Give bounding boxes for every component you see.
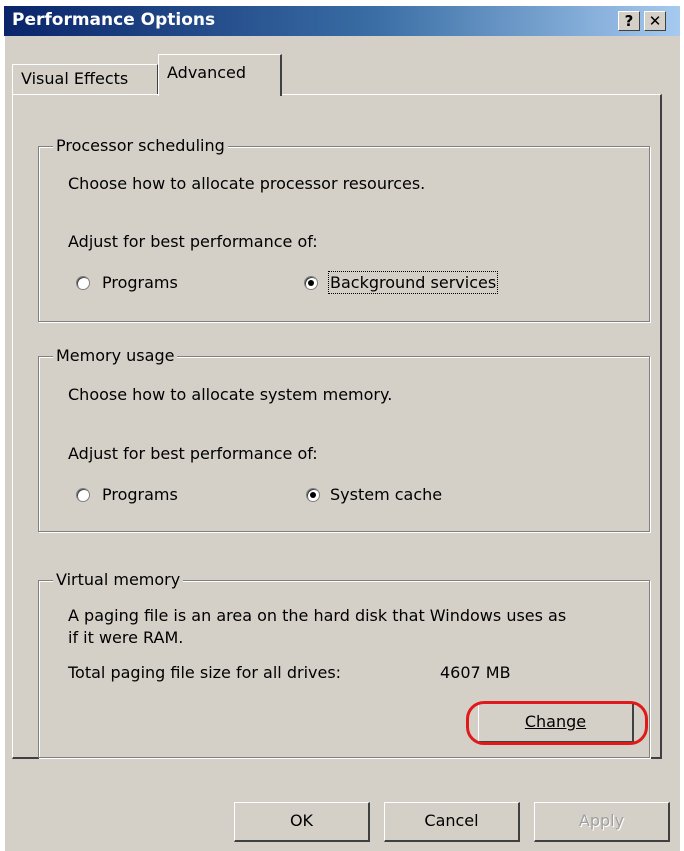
title-bar[interactable]: Performance Options ? ✕ <box>4 6 680 36</box>
apply-button[interactable]: Apply <box>534 802 670 842</box>
radio-button[interactable] <box>76 276 90 290</box>
radio-button-selected[interactable] <box>306 488 320 502</box>
processor-programs-label: Programs <box>102 273 178 292</box>
processor-description: Choose how to allocate processor resourc… <box>68 174 426 193</box>
help-button[interactable]: ? <box>618 11 640 31</box>
total-paging-size-label: Total paging file size for all drives: <box>68 663 342 682</box>
virtual-memory-legend: Virtual memory <box>53 570 184 589</box>
memory-system-cache-label: System cache <box>330 485 443 504</box>
ok-button[interactable]: OK <box>234 802 370 842</box>
radio-button[interactable] <box>76 488 90 502</box>
processor-scheduling-legend: Processor scheduling <box>53 136 228 155</box>
virtual-memory-description-line2: if it were RAM. <box>68 628 184 647</box>
virtual-memory-description-line1: A paging file is an area on the hard dis… <box>68 606 567 625</box>
cancel-button[interactable]: Cancel <box>384 802 520 842</box>
processor-adjust-label: Adjust for best performance of: <box>68 232 318 251</box>
tab-advanced[interactable]: Advanced <box>158 54 282 96</box>
change-button-highlight <box>466 701 648 745</box>
memory-usage-legend: Memory usage <box>53 346 178 365</box>
total-paging-size-value: 4607 MB <box>440 663 511 682</box>
close-button[interactable]: ✕ <box>644 11 666 31</box>
processor-background-services-label: Background services <box>327 271 499 294</box>
memory-description: Choose how to allocate system memory. <box>68 385 393 404</box>
radio-button-selected[interactable] <box>304 276 318 290</box>
memory-adjust-label: Adjust for best performance of: <box>68 444 318 463</box>
window-title: Performance Options <box>12 10 216 30</box>
memory-programs-label: Programs <box>102 485 178 504</box>
tab-visual-effects[interactable]: Visual Effects <box>12 64 158 94</box>
